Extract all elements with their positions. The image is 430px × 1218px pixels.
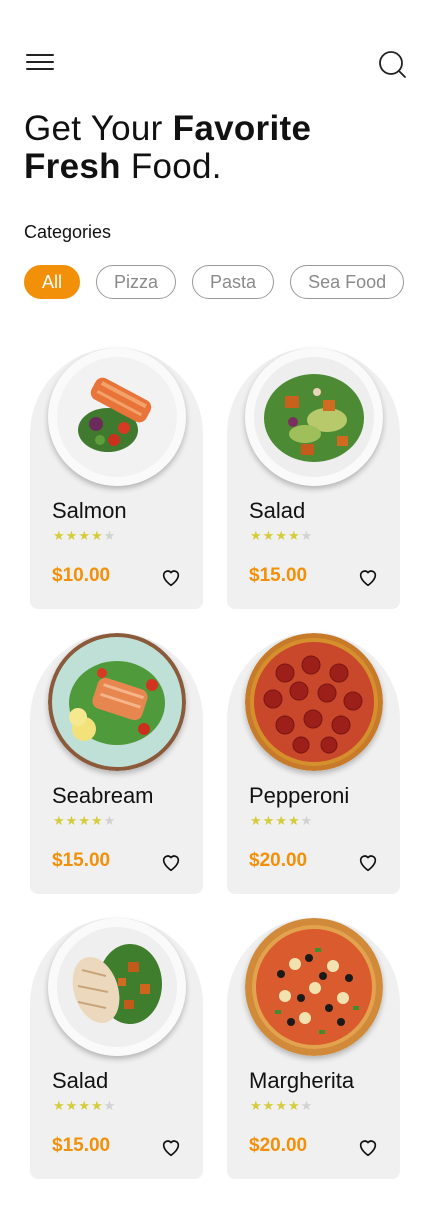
food-name: Margherita — [249, 1068, 355, 1093]
food-name: Seabream — [52, 783, 154, 808]
star-filled-icon: ★ — [65, 813, 79, 828]
star-filled-icon: ★ — [262, 528, 276, 543]
hamburger-menu-icon[interactable] — [26, 54, 54, 76]
chip-sea-food[interactable]: Sea Food — [290, 265, 405, 299]
rating-stars: ★★★★★ — [250, 813, 313, 829]
page-title: Get Your Favorite Fresh Food. — [24, 110, 414, 186]
food-card[interactable]: Salad ★★★★★ $15.00 — [227, 348, 400, 609]
star-filled-icon: ★ — [53, 528, 66, 543]
headline-bold-2: Fresh — [24, 147, 121, 186]
star-filled-icon: ★ — [90, 528, 104, 543]
pepperoni-pizza-image — [245, 633, 383, 771]
food-card[interactable]: Salmon ★★★★★ $10.00 — [30, 348, 203, 609]
food-name: Pepperoni — [249, 783, 350, 808]
seabream-plate-image — [48, 633, 186, 771]
rating-stars: ★★★★★ — [250, 528, 313, 544]
star-filled-icon: ★ — [78, 813, 91, 828]
star-filled-icon: ★ — [275, 528, 288, 543]
headline-part-2: Food. — [120, 147, 222, 186]
star-filled-icon: ★ — [250, 528, 263, 543]
salmon-plate-image — [48, 348, 186, 486]
chip-all[interactable]: All — [24, 265, 81, 299]
rating-stars: ★★★★★ — [250, 1098, 313, 1114]
food-name: Salad — [52, 1068, 109, 1093]
heart-icon[interactable] — [160, 566, 182, 588]
chicken-salad-plate-image — [48, 918, 186, 1056]
food-card[interactable]: Salad ★★★★★ $15.00 — [30, 918, 203, 1179]
star-filled-icon: ★ — [53, 813, 66, 828]
heart-icon[interactable] — [160, 851, 182, 873]
star-filled-icon: ★ — [275, 813, 288, 828]
star-filled-icon: ★ — [78, 528, 91, 543]
heart-icon[interactable] — [357, 566, 379, 588]
rating-stars: ★★★★★ — [53, 528, 116, 544]
star-empty-icon: ★ — [300, 813, 314, 828]
salad-plate-image — [245, 348, 383, 486]
star-empty-icon: ★ — [300, 1098, 314, 1113]
star-filled-icon: ★ — [78, 1098, 91, 1113]
star-empty-icon: ★ — [300, 528, 314, 543]
star-empty-icon: ★ — [103, 813, 117, 828]
rating-stars: ★★★★★ — [53, 813, 116, 829]
rating-stars: ★★★★★ — [53, 1098, 116, 1114]
star-filled-icon: ★ — [65, 528, 79, 543]
food-price: $20.00 — [249, 850, 308, 871]
categories-title: Categories — [24, 222, 112, 242]
food-card[interactable]: Seabream ★★★★★ $15.00 — [30, 633, 203, 894]
food-name: Salad — [249, 498, 306, 523]
chip-pasta[interactable]: Pasta — [192, 265, 275, 299]
food-price: $20.00 — [249, 1135, 308, 1156]
food-price: $10.00 — [52, 565, 111, 586]
search-icon[interactable] — [378, 50, 408, 80]
star-filled-icon: ★ — [262, 813, 276, 828]
food-price: $15.00 — [249, 565, 308, 586]
food-price: $15.00 — [52, 1135, 111, 1156]
star-filled-icon: ★ — [65, 1098, 79, 1113]
headline-bold-1: Favorite — [172, 109, 312, 148]
star-filled-icon: ★ — [90, 1098, 104, 1113]
star-filled-icon: ★ — [262, 1098, 276, 1113]
star-filled-icon: ★ — [275, 1098, 288, 1113]
star-filled-icon: ★ — [53, 1098, 66, 1113]
star-filled-icon: ★ — [287, 813, 301, 828]
star-empty-icon: ★ — [103, 1098, 117, 1113]
food-card[interactable]: Margherita ★★★★★ $20.00 — [227, 918, 400, 1179]
category-chips: All Pizza Pasta Sea Food — [24, 265, 405, 299]
top-bar — [0, 0, 430, 110]
star-filled-icon: ★ — [250, 1098, 263, 1113]
star-empty-icon: ★ — [103, 528, 117, 543]
food-card[interactable]: Pepperoni ★★★★★ $20.00 — [227, 633, 400, 894]
star-filled-icon: ★ — [250, 813, 263, 828]
chip-pizza[interactable]: Pizza — [96, 265, 177, 299]
margherita-pizza-image — [245, 918, 383, 1056]
heart-icon[interactable] — [357, 1136, 379, 1158]
food-name: Salmon — [52, 498, 127, 523]
heart-icon[interactable] — [160, 1136, 182, 1158]
heart-icon[interactable] — [357, 851, 379, 873]
headline-part-1: Get Your — [24, 109, 173, 148]
star-filled-icon: ★ — [287, 528, 301, 543]
star-filled-icon: ★ — [90, 813, 104, 828]
food-price: $15.00 — [52, 850, 111, 871]
star-filled-icon: ★ — [287, 1098, 301, 1113]
